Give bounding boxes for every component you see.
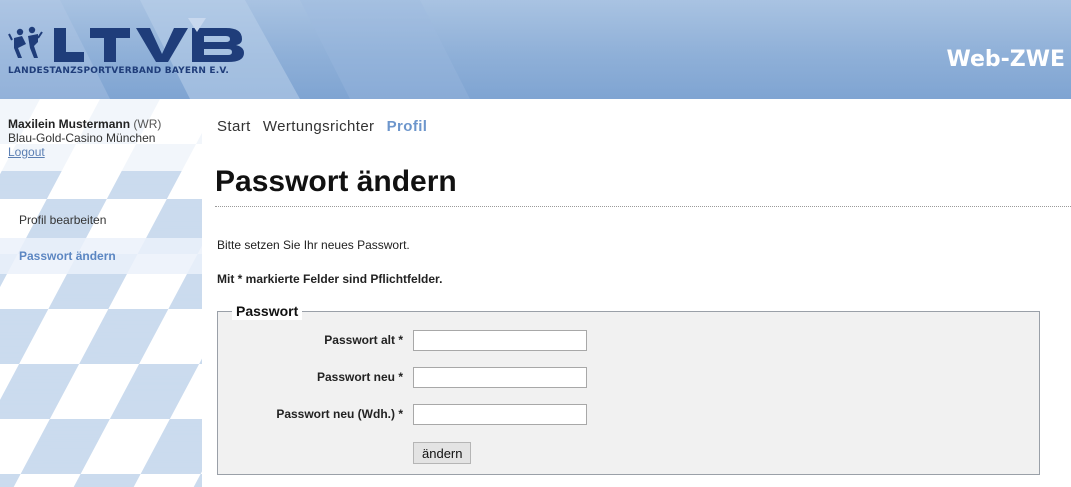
user-info: Maxilein Mustermann (WR) Blau-Gold-Casin… — [8, 117, 161, 159]
page-title: Passwort ändern — [215, 165, 457, 198]
new-password-input[interactable] — [413, 367, 587, 388]
app-title: Web-ZWE — [946, 47, 1065, 72]
intro-text: Bitte setzen Sie Ihr neues Passwort. — [217, 238, 410, 252]
form-row-new-password: Passwort neu * — [218, 367, 1039, 389]
nav-wertungsrichter[interactable]: Wertungsrichter — [263, 118, 375, 135]
repeat-password-label: Passwort neu (Wdh.) * — [276, 407, 403, 421]
user-name: Maxilein Mustermann — [8, 117, 131, 131]
required-fields-note: Mit * markierte Felder sind Pflichtfelde… — [217, 272, 443, 286]
repeat-password-input[interactable] — [413, 404, 587, 425]
top-nav: Start Wertungsrichter Profil — [217, 118, 435, 135]
logo-subtitle: LANDESTANZSPORTVERBAND BAYERN E.V. — [8, 66, 230, 76]
old-password-label: Passwort alt * — [324, 333, 403, 347]
header-banner: LANDESTANZSPORTVERBAND BAYERN E.V. Web-Z… — [0, 0, 1071, 99]
nav-profil[interactable]: Profil — [387, 118, 428, 135]
old-password-input[interactable] — [413, 330, 587, 351]
nav-start[interactable]: Start — [217, 118, 251, 135]
sidebar: Maxilein Mustermann (WR) Blau-Gold-Casin… — [0, 99, 202, 487]
user-role: (WR) — [133, 117, 162, 131]
ltvb-logo — [8, 18, 244, 62]
sidebar-item-profil-bearbeiten[interactable]: Profil bearbeiten — [0, 202, 202, 238]
form-row-repeat-password: Passwort neu (Wdh.) * — [218, 404, 1039, 426]
change-password-button[interactable]: ändern — [413, 442, 472, 464]
title-divider — [215, 206, 1071, 207]
form-row-old-password: Passwort alt * — [218, 330, 1039, 352]
logout-link[interactable]: Logout — [8, 145, 161, 159]
password-fieldset: Passwort Passwort alt * Passwort neu * P… — [217, 302, 1040, 475]
sidebar-nav: Profil bearbeiten Passwort ändern — [0, 202, 202, 274]
sidebar-item-passwort-aendern[interactable]: Passwort ändern — [0, 238, 202, 274]
new-password-label: Passwort neu * — [316, 370, 403, 384]
fieldset-legend: Passwort — [232, 302, 303, 320]
user-club: Blau-Gold-Casino München — [8, 131, 156, 145]
